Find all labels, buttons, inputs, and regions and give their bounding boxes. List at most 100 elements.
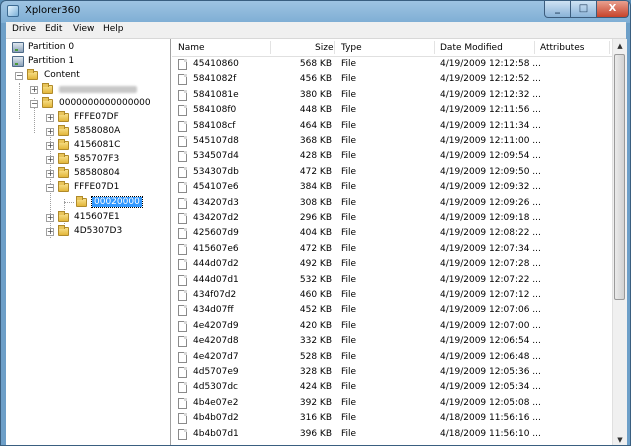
cell-type: File [341,74,357,85]
menu-view[interactable]: View [73,24,94,34]
folder-icon [58,111,69,122]
collapse-icon[interactable]: − [15,72,23,80]
tree-item-redacted[interactable]: + [30,83,160,96]
file-icon [178,213,187,224]
scroll-up-icon[interactable]: ▲ [614,40,626,52]
table-row[interactable]: 4d5307dc 424 KB File 4/19/2009 12:05:34 ... [172,380,612,395]
column-separator[interactable] [270,41,271,54]
menu-edit[interactable]: Edit [45,24,62,34]
tree-item-selected[interactable]: 00020000 [62,196,152,209]
drive-icon [12,56,24,67]
table-row[interactable]: 545107d8 368 KB File 4/19/2009 12:11:00 ... [172,134,612,149]
cell-name: 4e4207d9 [193,320,239,331]
title-bar[interactable]: Xplorer360 _ □ X [1,1,630,21]
close-button[interactable]: X [596,1,629,18]
tree-item-profile[interactable]: − 0000000000000000 [30,97,165,110]
cell-name: 425607d9 [193,228,239,239]
table-row[interactable]: 5841082f 456 KB File 4/19/2009 12:12:52 ... [172,72,612,87]
tree-item-folder[interactable]: + 585707F3 [46,153,161,166]
cell-date: 4/19/2009 12:05:34 ... [440,382,541,393]
tree-item-content[interactable]: − Content [15,69,165,82]
tree-item-partition-1[interactable]: Partition 1 [12,55,162,68]
expand-icon[interactable]: + [46,156,54,164]
table-row[interactable]: 4d5707e9 328 KB File 4/19/2009 12:05:36 ... [172,365,612,380]
column-separator[interactable] [534,41,535,54]
expand-icon[interactable]: + [30,86,38,94]
tree-item-folder[interactable]: + 415607E1 [46,211,161,224]
cell-date: 4/19/2009 12:06:54 ... [440,336,541,347]
table-row[interactable]: 45410860 568 KB File 4/19/2009 12:12:58 ... [172,57,612,72]
file-icon [178,397,187,409]
column-attributes[interactable]: Attributes [540,43,584,53]
menu-bar: Drive Edit View Help [6,22,626,39]
table-row[interactable]: 584108cf 464 KB File 4/19/2009 12:11:34 ... [172,119,612,134]
scroll-down-icon[interactable]: ▼ [614,434,626,445]
table-row[interactable]: 434f07d2 460 KB File 4/19/2009 12:07:12 ... [172,288,612,303]
file-icon [178,336,187,348]
tree-label-selected: 00020000 [91,196,143,208]
column-size[interactable]: Size [315,43,333,53]
tree-item-partition-0[interactable]: Partition 0 [12,41,162,54]
tree-item-folder[interactable]: + FFFE07DF [46,111,161,124]
cell-name: 434d07ff [193,305,234,316]
table-row[interactable]: 434d07ff 452 KB File 4/19/2009 12:07:06 ... [172,303,612,318]
tree-item-folder[interactable]: + 4156081C [46,139,161,152]
table-row[interactable]: 4b4b07d1 396 KB File 4/18/2009 11:56:10 ... [172,427,612,442]
table-row[interactable]: 434207d3 308 KB File 4/19/2009 12:09:26 ... [172,196,612,211]
table-row[interactable]: 454107e6 384 KB File 4/19/2009 12:09:32 ... [172,180,612,195]
tree-label: Content [44,70,80,80]
collapse-icon[interactable]: − [46,184,54,192]
file-icon [178,259,187,271]
table-row[interactable]: 4e4207d8 332 KB File 4/19/2009 12:06:54 ... [172,334,612,349]
cell-size: 456 KB [299,74,332,85]
expand-icon[interactable]: + [46,142,54,150]
column-name[interactable]: Name [178,43,205,53]
table-row[interactable]: 444d07d1 532 KB File 4/19/2009 12:07:22 ... [172,273,612,288]
folder-tree[interactable]: Partition 0 Partition 1 − Content + − 00… [6,39,171,445]
column-type[interactable]: Type [341,43,362,53]
tree-item-folder[interactable]: + 58580804 [46,167,161,180]
tree-item-folder[interactable]: + 4D5307D3 [46,225,161,238]
menu-drive[interactable]: Drive [12,24,36,34]
maximize-button[interactable]: □ [570,1,597,18]
table-row[interactable]: 434207d2 296 KB File 4/19/2009 12:09:18 ... [172,211,612,226]
column-date[interactable]: Date Modified [440,43,503,53]
table-row[interactable]: 534307db 472 KB File 4/19/2009 12:09:50 ... [172,165,612,180]
folder-icon [42,83,53,94]
expand-icon[interactable]: + [46,214,54,222]
table-row[interactable]: 584108f0 448 KB File 4/19/2009 12:11:56 ... [172,103,612,118]
table-row[interactable]: 534507d4 428 KB File 4/19/2009 12:09:54 ... [172,149,612,164]
cell-date: 4/19/2009 12:05:08 ... [440,397,541,408]
vertical-scrollbar[interactable]: ▲ ▼ [612,39,627,445]
table-row[interactable]: 444d07d2 492 KB File 4/19/2009 12:07:28 ... [172,257,612,272]
file-icon [178,105,187,117]
expand-icon[interactable]: + [46,114,54,122]
column-separator[interactable] [609,41,610,54]
folder-icon [58,225,69,236]
table-row[interactable]: 4e4207d9 420 KB File 4/19/2009 12:07:00 ... [172,319,612,334]
scroll-thumb[interactable] [614,54,625,300]
table-row[interactable]: 4b4e07e2 392 KB File 4/19/2009 12:05:08 ... [172,396,612,411]
table-row[interactable]: 4e4207d7 528 KB File 4/19/2009 12:06:48 ... [172,350,612,365]
minimize-button[interactable]: _ [544,1,571,18]
cell-name: 4b4b07d2 [193,413,239,424]
tree-item-folder-open[interactable]: − FFFE07D1 [46,181,161,194]
file-icon [178,290,187,301]
collapse-icon[interactable]: − [30,100,38,108]
table-row[interactable]: 4b4b07d2 316 KB File 4/18/2009 11:56:16 ... [172,411,612,426]
cell-name: 5841082f [193,74,237,85]
tree-item-folder[interactable]: + 5858080A [46,125,161,138]
column-separator[interactable] [334,41,335,54]
file-icon [178,182,187,194]
menu-help[interactable]: Help [103,24,124,34]
expand-icon[interactable]: + [46,128,54,136]
expand-icon[interactable]: + [46,170,54,178]
column-separator[interactable] [434,41,435,54]
table-row[interactable]: 415607e6 472 KB File 4/19/2009 12:07:34 ... [172,242,612,257]
table-row[interactable]: 425607d9 404 KB File 4/19/2009 12:08:22 ... [172,226,612,241]
file-icon [178,367,187,378]
folder-icon [58,153,69,164]
file-list[interactable]: Name Size Type Date Modified Attributes … [172,39,612,445]
expand-icon[interactable]: + [46,228,54,236]
table-row[interactable]: 5841081e 380 KB File 4/19/2009 12:12:32 ... [172,88,612,103]
